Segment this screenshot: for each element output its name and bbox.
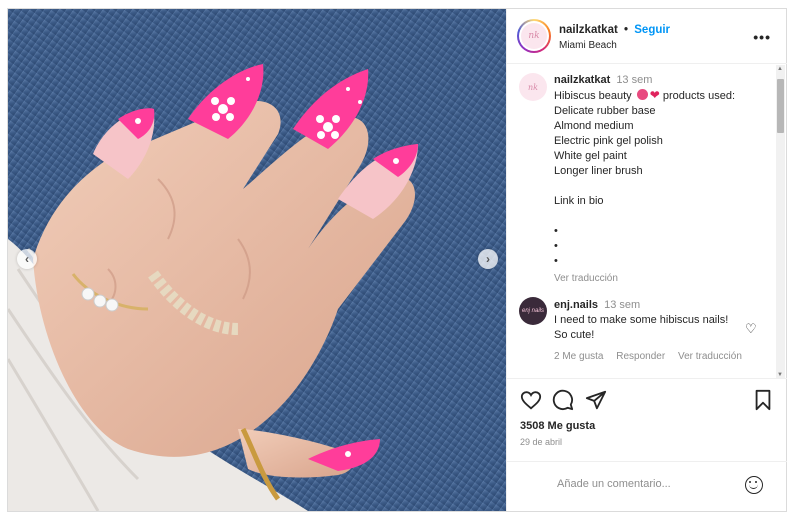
comment-reply-link[interactable]: Responder (616, 351, 665, 362)
caption-line-1: Hibiscus beauty ❤ products used: (554, 88, 769, 104)
author-line: nailzkatkat • Seguir (559, 24, 670, 36)
post-date: 29 de abril (520, 437, 563, 447)
post-location[interactable]: Miami Beach (559, 40, 617, 51)
post-photo: ‹ › (8, 9, 506, 511)
post-side-panel: nk nailzkatkat • Seguir Miami Beach ••• … (506, 9, 787, 511)
comment-meta: 2 Me gusta Responder Ver traducción (554, 351, 752, 362)
scroll-down-arrow-icon[interactable]: ▼ (777, 372, 783, 378)
comment-translate-link[interactable]: Ver traducción (678, 351, 742, 362)
caption-bullet: • (554, 255, 558, 267)
caption-bullet: • (554, 225, 558, 237)
caption-header: nailzkatkat 13 sem (554, 73, 769, 88)
caption-translate-link[interactable]: Ver traducción (554, 271, 769, 286)
comments-scroll-area[interactable]: nk nailzkatkat 13 sem Hibiscus beauty ❤ … (507, 65, 787, 379)
like-comment-heart-icon[interactable]: ♡ (745, 321, 757, 337)
caption-time: 13 sem (616, 74, 653, 86)
post-dialog: ‹ › nk nailzkatkat • Seguir Miami Beach … (7, 8, 787, 512)
comment-likes-link[interactable]: 2 Me gusta (554, 351, 603, 362)
caption-username[interactable]: nailzkatkat (554, 74, 610, 86)
author-username[interactable]: nailzkatkat (559, 24, 618, 36)
comment-body: enj.nails 13 sem I need to make some hib… (554, 298, 744, 343)
commenter-avatar[interactable]: enj nails (519, 297, 547, 325)
like-heart-icon[interactable] (520, 389, 542, 411)
caption-text-hibiscus: Hibiscus beauty (554, 90, 632, 102)
comment-time: 13 sem (604, 299, 641, 311)
caption-text-products: products used: (662, 90, 735, 102)
previous-photo-button[interactable]: ‹ (17, 249, 37, 269)
hibiscus-emoji-icon (636, 89, 648, 100)
caption-line: Electric pink gel polish (554, 135, 663, 147)
caption-line: White gel paint (554, 150, 627, 162)
comment-bubble-icon[interactable] (552, 389, 574, 411)
scroll-up-arrow-icon[interactable]: ▲ (777, 66, 783, 72)
heart-emoji-icon: ❤ (649, 88, 660, 102)
post-actions-bar (507, 381, 787, 421)
caption-line-link: Link in bio (554, 195, 604, 207)
post-caption: nailzkatkat 13 sem Hibiscus beauty ❤ pro… (554, 73, 769, 286)
next-photo-button[interactable]: › (478, 249, 498, 269)
caption-line: Delicate rubber base (554, 105, 656, 117)
emoji-smile-icon[interactable] (745, 476, 763, 494)
more-horizontal-icon[interactable]: ••• (753, 29, 771, 45)
likes-count[interactable]: 3508 Me gusta (520, 420, 595, 432)
scrollbar-thumb[interactable] (777, 79, 784, 133)
caption-line: Longer liner brush (554, 165, 643, 177)
caption-bullet: • (554, 240, 558, 252)
author-avatar-image: nk (521, 23, 547, 49)
separator-dot: • (624, 24, 629, 36)
author-avatar[interactable]: nk (517, 19, 551, 53)
save-bookmark-icon[interactable] (752, 389, 774, 411)
add-comment-input[interactable]: Añade un comentario... (557, 478, 671, 490)
avatar-ring-inner: nk (519, 21, 549, 51)
comment-text: I need to make some hibiscus nails! So c… (554, 314, 729, 341)
post-header: nk nailzkatkat • Seguir Miami Beach ••• (507, 9, 787, 64)
nails-photo-illustration (8, 9, 506, 511)
follow-button[interactable]: Seguir (634, 24, 670, 36)
add-comment-bar: Añade un comentario... (507, 461, 787, 511)
share-paper-plane-icon[interactable] (585, 389, 607, 411)
commenter-username[interactable]: enj.nails (554, 299, 598, 311)
caption-avatar[interactable]: nk (519, 73, 547, 101)
comments-scrollbar[interactable]: ▲ ▼ (776, 65, 785, 378)
caption-line: Almond medium (554, 120, 634, 132)
